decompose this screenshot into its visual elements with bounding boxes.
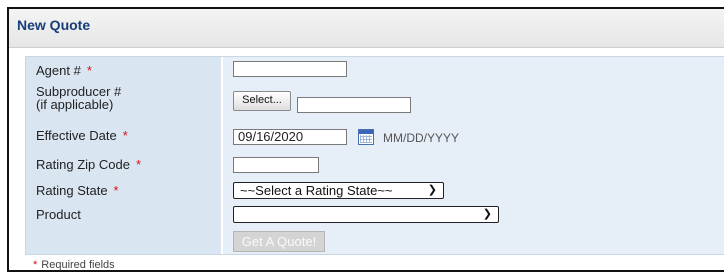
rating-zip-label: Rating Zip Code: [36, 157, 130, 172]
chevron-down-icon: ❯: [482, 208, 492, 220]
required-note-mark: *: [33, 259, 38, 271]
calendar-icon[interactable]: [358, 129, 374, 145]
agent-input[interactable]: [233, 61, 347, 77]
rating-state-required-mark: *: [113, 183, 119, 198]
product-select[interactable]: ❯: [233, 206, 499, 223]
quote-form: Agent # * Subproducer # (if applicable) S…: [25, 56, 724, 255]
get-a-quote-button[interactable]: Get A Quote!: [233, 231, 325, 252]
row-rating-zip: Rating Zip Code *: [26, 150, 724, 179]
row-product: Product ❯: [26, 202, 724, 229]
subproducer-label-note: (if applicable): [36, 97, 114, 112]
rating-state-selected: ~~Select a Rating State~~: [240, 183, 393, 198]
effective-date-input[interactable]: 09/16/2020: [233, 129, 347, 145]
row-submit: Get A Quote!: [26, 228, 724, 254]
effective-date-label: Effective Date: [36, 128, 117, 143]
effective-date-required-mark: *: [122, 128, 128, 143]
row-rating-state: Rating State * ~~Select a Rating State~~ …: [26, 178, 724, 203]
required-note-text: Required fields: [41, 259, 115, 271]
chevron-down-icon: ❯: [427, 184, 437, 196]
row-subproducer: Subproducer # (if applicable) Select...: [26, 83, 724, 117]
agent-label: Agent #: [36, 63, 81, 78]
row-agent: Agent # *: [26, 57, 724, 84]
subproducer-input[interactable]: [297, 97, 411, 113]
row-effective-date: Effective Date * 09/16/2020 MM/DD/YYYY: [26, 116, 724, 151]
rating-state-select[interactable]: ~~Select a Rating State~~ ❯: [233, 182, 444, 199]
select-subproducer-button[interactable]: Select...: [233, 91, 291, 111]
panel-title: New Quote: [17, 17, 91, 33]
panel-header: New Quote: [9, 9, 724, 48]
new-quote-panel: New Quote Agent # * Subproducer # (if app…: [7, 7, 724, 272]
required-fields-note: * Required fields: [33, 259, 115, 271]
date-format-hint: MM/DD/YYYY: [383, 131, 460, 145]
rating-zip-required-mark: *: [135, 157, 142, 172]
product-label: Product: [36, 207, 81, 222]
rating-state-label: Rating State: [36, 183, 108, 198]
agent-required-mark: *: [86, 63, 92, 78]
rating-zip-input[interactable]: [233, 157, 319, 173]
